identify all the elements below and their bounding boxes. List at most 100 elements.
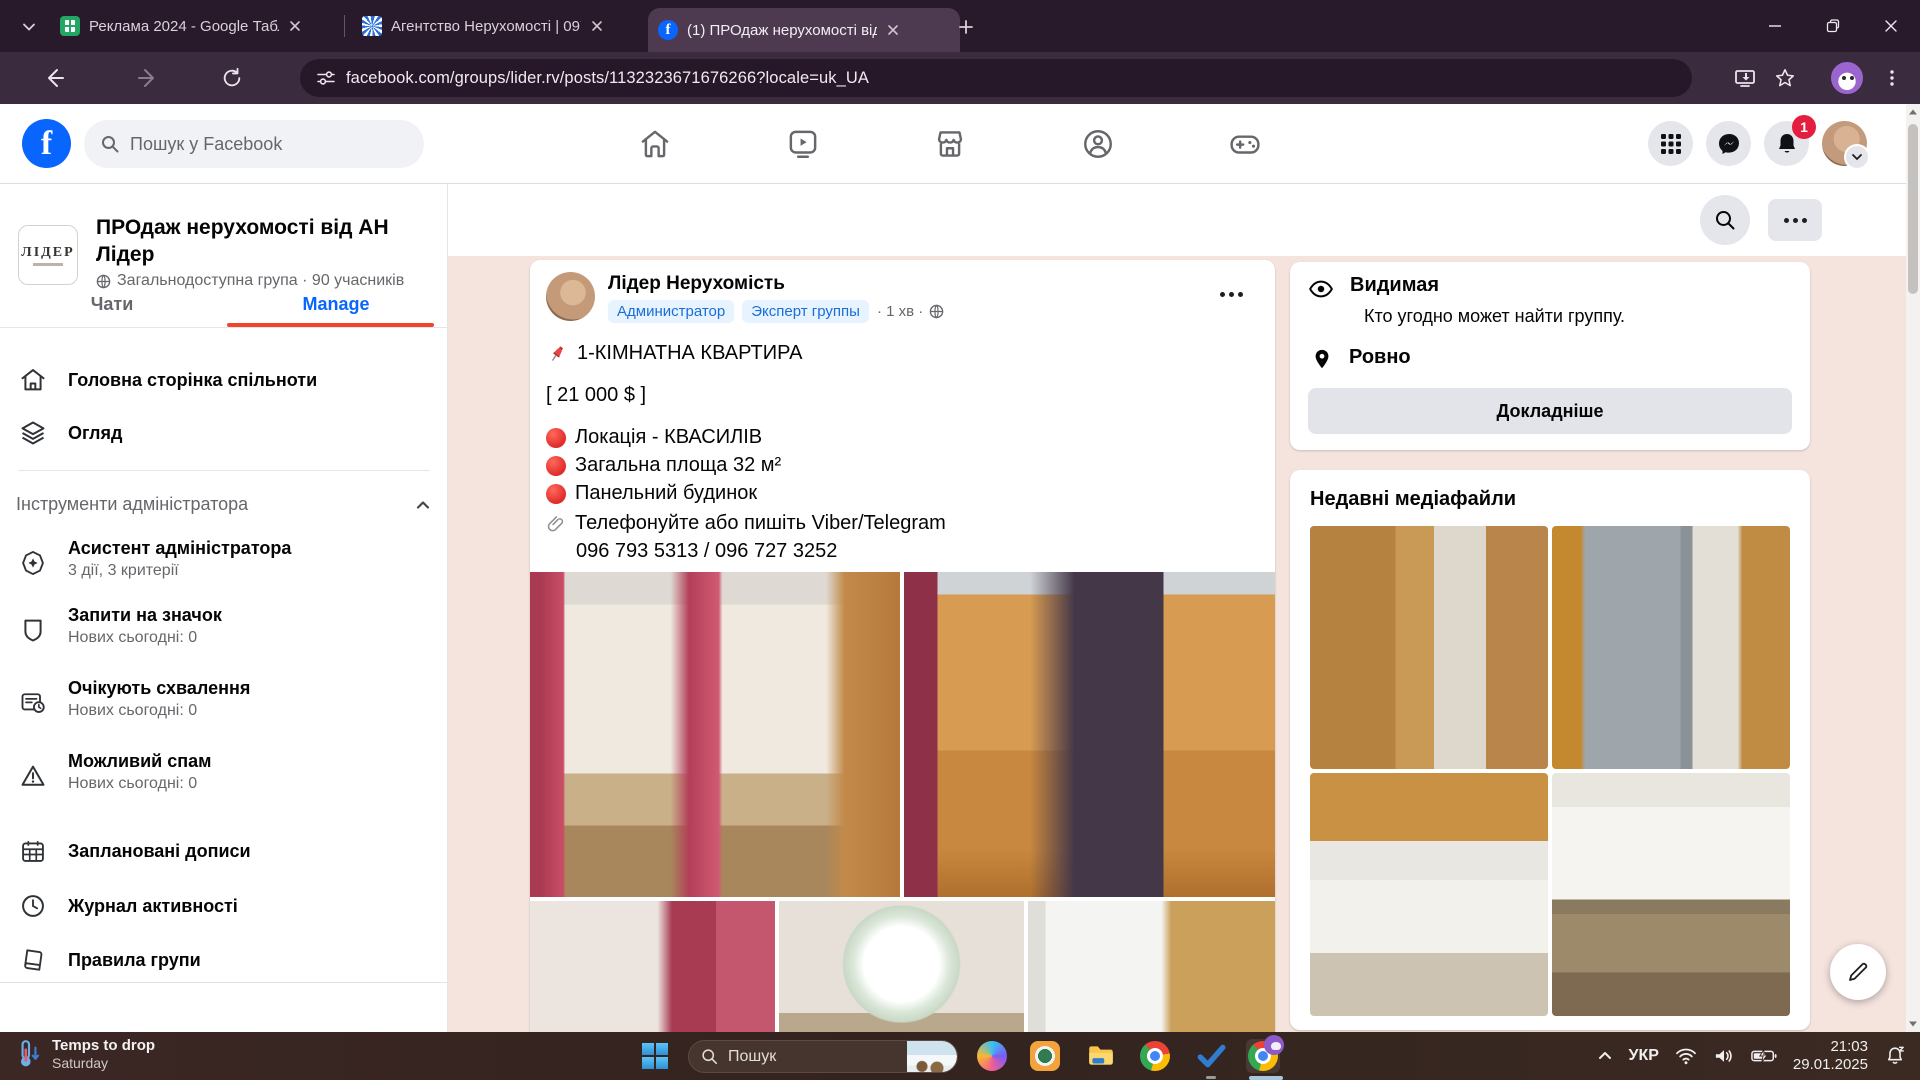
media-thumb-3[interactable] [1310,773,1548,1016]
nav-groups-tab[interactable] [1043,114,1153,174]
group-sidebar: ЛІДЕР ПРОдаж нерухомості від АН Лідер За… [0,184,448,1032]
group-more-button[interactable] [1768,199,1822,241]
system-tray: УКР 21:03 29.01.2025 [1597,1032,1906,1080]
facebook-search-input[interactable]: Пошук у Facebook [84,120,424,168]
scrollbar-thumb[interactable] [1908,124,1918,294]
sidebar-item-overview[interactable]: Огляд [8,411,440,455]
taskbar-search-box[interactable]: Пошук [688,1040,958,1073]
page-scrollbar[interactable] [1906,104,1920,1032]
details-button[interactable]: Докладніше [1308,388,1792,434]
recent-media-card: Недавні медіафайли [1290,470,1810,1030]
close-icon [1885,20,1897,32]
tab-chats[interactable]: Чати [0,294,224,315]
nav-gaming-tab[interactable] [1190,114,1300,174]
facebook-nav [600,104,1300,184]
paperclip-icon [547,515,564,531]
browser-tab-sheets[interactable]: Реклама 2024 - Google Табли [50,0,358,52]
facebook-favicon: f [658,20,678,40]
browser-profile-avatar[interactable] [1831,62,1863,94]
chrome-button[interactable] [1138,1039,1172,1073]
tab-list-button[interactable] [14,12,44,42]
media-thumb-1[interactable] [1310,526,1548,769]
post-badges: Администратор Эксперт группы · 1 хв · [608,300,944,323]
chrome-active-button[interactable] [1246,1035,1284,1073]
layers-icon [16,416,50,450]
media-thumb-4[interactable] [1552,773,1790,1016]
window-minimize-button[interactable] [1746,0,1804,52]
group-logo[interactable]: ЛІДЕР [18,225,78,285]
install-app-button[interactable] [1730,63,1760,93]
todo-running-indicator [1206,1076,1216,1079]
file-explorer-button[interactable] [1084,1039,1118,1073]
compose-post-button[interactable] [1830,944,1886,1000]
battery-charging-icon[interactable] [1751,1048,1777,1064]
forward-button[interactable] [133,63,163,93]
taskbar-clock[interactable]: 21:03 29.01.2025 [1793,1038,1868,1074]
scroll-down-arrow[interactable] [1906,1016,1920,1032]
post-author-avatar[interactable] [546,272,595,321]
sidebar-item-possible-spam[interactable]: Можливий спам Нових сьогодні: 0 [8,751,440,807]
sidebar-item-scheduled-posts[interactable]: Заплановані дописи [8,829,440,873]
tab-close-icon[interactable] [590,19,604,33]
todo-app-button[interactable] [1194,1039,1228,1073]
browser-tab-facebook-active[interactable]: f (1) ПРОдаж нерухомості від А [648,8,960,52]
post-options-button[interactable] [1209,276,1253,312]
media-thumb-2[interactable] [1552,526,1790,769]
facebook-logo[interactable]: f [22,119,71,168]
new-tab-button[interactable] [952,13,980,41]
admin-tools-section-header[interactable]: Інструменти адміністратора [16,494,432,515]
window-close-button[interactable] [1862,0,1920,52]
reload-button[interactable] [217,63,247,93]
sidebar-item-admin-assistant[interactable]: Асистент адміністратора 3 дії, 3 критері… [8,538,440,594]
sidebar-item-sub: Нових сьогодні: 0 [68,775,198,792]
bookmark-button[interactable] [1770,63,1800,93]
red-dot-icon [546,427,566,448]
post-author-name[interactable]: Лідер Нерухомість [608,273,785,295]
post-photo-5[interactable] [1028,901,1275,1032]
sidebar-item-group-rules[interactable]: Правила групи [8,938,440,982]
sidebar-item-pending-approval[interactable]: Очікують схвалення Нових сьогодні: 0 [8,678,440,734]
post-photo-3[interactable] [530,901,775,1032]
tab-close-icon[interactable] [288,19,302,33]
weather-headline: Temps to drop [52,1037,156,1054]
site-settings-icon[interactable] [316,68,336,88]
copilot-button[interactable] [975,1039,1009,1073]
back-button[interactable] [39,63,69,93]
nav-watch-tab[interactable] [748,114,858,174]
sidebar-item-community-home[interactable]: Головна сторінка спільноти [8,358,440,402]
browser-menu-button[interactable] [1877,63,1907,93]
apps-menu-button[interactable] [1648,121,1693,166]
browser-tab-agency[interactable]: Агентство Нерухомості | 09751 [352,0,660,52]
address-bar[interactable]: facebook.com/groups/lider.rv/posts/11323… [300,59,1692,97]
profile-avatar[interactable] [1822,121,1870,170]
scroll-up-arrow[interactable] [1906,104,1920,120]
tab-manage[interactable]: Manage [224,294,448,315]
taskbar-weather-widget[interactable]: Temps to drop Saturday [16,1037,155,1071]
tab-close-icon[interactable] [886,23,900,37]
notification-bell-icon[interactable] [1884,1045,1906,1067]
post-photo-4[interactable] [779,901,1024,1032]
sidebar-item-label: Правила групи [68,949,201,970]
search-highlight-art[interactable] [907,1041,957,1072]
reload-icon [223,67,241,87]
sidebar-item-badge-requests[interactable]: Запити на значок Нових сьогодні: 0 [8,605,440,661]
tray-time: 21:03 [1830,1038,1868,1055]
wifi-icon[interactable] [1675,1047,1697,1065]
volume-icon[interactable] [1713,1047,1735,1065]
post-photo-2[interactable] [904,572,1275,897]
window-restore-button[interactable] [1804,0,1862,52]
start-button[interactable] [638,1039,672,1073]
chrome-icon [1140,1041,1170,1071]
group-search-button[interactable] [1700,195,1750,245]
notifications-button[interactable]: 1 [1764,115,1816,166]
sidebar-item-activity-log[interactable]: Журнал активності [8,884,440,928]
language-indicator[interactable]: УКР [1629,1047,1659,1065]
media-app-button[interactable] [1028,1039,1062,1073]
tab-separator [344,15,345,37]
post-photo-1[interactable] [530,572,900,897]
tray-chevron-up-icon[interactable] [1597,1048,1613,1064]
sidebar-scroll-edge [0,982,448,983]
nav-home-tab[interactable] [600,114,710,174]
nav-marketplace-tab[interactable] [895,114,1005,174]
messenger-button[interactable] [1706,121,1751,166]
